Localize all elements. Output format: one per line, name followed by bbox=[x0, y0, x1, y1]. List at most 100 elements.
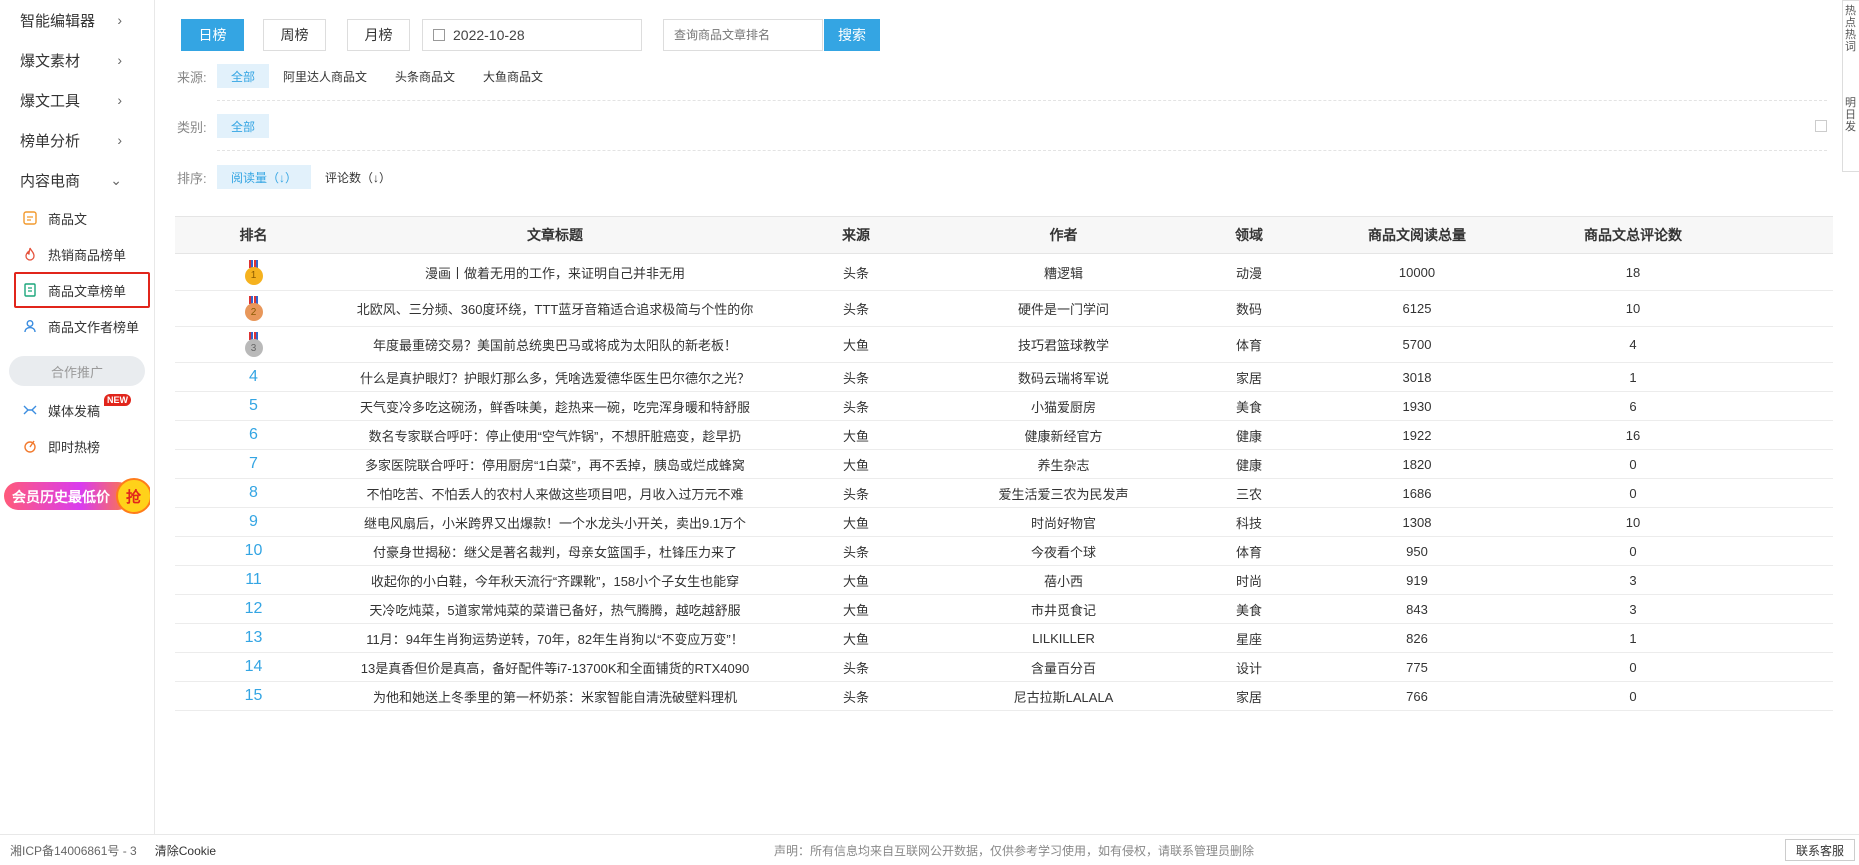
sidebar-menu-item[interactable]: 爆文工具 › bbox=[0, 80, 154, 120]
document-icon bbox=[22, 282, 38, 298]
table-row[interactable]: 12 天冷吃炖菜，5道家常炖菜的菜谱已备好，热气腾腾，越吃越舒服 大鱼 市井觅食… bbox=[175, 595, 1833, 624]
title-cell[interactable]: 11月：94年生肖狗运势逆转，70年，82年生肖狗以“不变应万变”！ bbox=[332, 624, 778, 652]
table-row[interactable]: 5 天气变冷多吃这碗汤，鲜香味美，趁热来一碗，吃完浑身暖和特舒服 头条 小猫爱厨… bbox=[175, 392, 1833, 421]
source-option[interactable]: 大鱼商品文 bbox=[469, 64, 557, 88]
title-cell[interactable]: 什么是真护眼灯？护眼灯那么多，凭啥选爱德华医生巴尔德尔之光？ bbox=[332, 363, 778, 391]
title-cell[interactable]: 收起你的小白鞋，今年秋天流行“齐踝靴”，158小个子女生也能穿 bbox=[332, 566, 778, 594]
table-row[interactable]: 8 不怕吃苦、不怕丢人的农村人来做这些项目吧，月收入过万元不难 头条 爱生活爱三… bbox=[175, 479, 1833, 508]
tab-weekly[interactable]: 周榜 bbox=[263, 19, 326, 51]
category-option[interactable]: 全部 bbox=[217, 114, 270, 138]
field-cell: 健康 bbox=[1235, 457, 1262, 473]
author-cell[interactable]: 含量百分百 bbox=[934, 653, 1193, 681]
tab-monthly[interactable]: 月榜 bbox=[347, 19, 410, 51]
table-row[interactable]: 3 年度最重磅交易？美国前总统奥巴马或将成为太阳队的新老板！ 大鱼 技巧君篮球教… bbox=[175, 327, 1833, 363]
table-row[interactable]: 4 什么是真护眼灯？护眼灯那么多，凭啥选爱德华医生巴尔德尔之光？ 头条 数码云瑞… bbox=[175, 363, 1833, 392]
clear-cookie-link[interactable]: 清除Cookie bbox=[155, 842, 216, 859]
rank-number: 7 bbox=[249, 455, 258, 472]
sort-filter: 排序: 阅读量（↓） 评论数（↓） bbox=[177, 165, 405, 189]
table-row[interactable]: 13 11月：94年生肖狗运势逆转，70年，82年生肖狗以“不变应万变”！ 大鱼… bbox=[175, 624, 1833, 653]
comments-cell: 1 bbox=[1629, 369, 1637, 385]
title-cell[interactable]: 天冷吃炖菜，5道家常炖菜的菜谱已备好，热气腾腾，越吃越舒服 bbox=[332, 595, 778, 623]
subitem-label: 商品文作者榜单 bbox=[48, 319, 140, 335]
author-cell[interactable]: 健康新经官方 bbox=[934, 421, 1193, 449]
title-cell[interactable]: 多家医院联合呼吁：停用厨房“1白菜”，再不丢掉，胰岛或烂成蜂窝 bbox=[332, 450, 778, 478]
icp-text[interactable]: 湘ICP备14006861号 - 3 bbox=[10, 842, 137, 859]
sidebar-menu-item[interactable]: 爆文素材 › bbox=[0, 40, 154, 80]
title-cell[interactable]: 不怕吃苦、不怕丢人的农村人来做这些项目吧，月收入过万元不难 bbox=[332, 479, 778, 507]
sidebar-menu-item[interactable]: 内容电商 ⌄ bbox=[0, 160, 154, 200]
author-cell[interactable]: 今夜看个球 bbox=[934, 537, 1193, 565]
table-row[interactable]: 2 北欧风、三分频、360度环绕，TTT蓝牙音箱适合追求极简与个性的你 头条 硬… bbox=[175, 291, 1833, 327]
sidebar-extra-item[interactable]: 媒体发稿 NEW bbox=[0, 392, 154, 428]
author-cell[interactable]: LILKILLER bbox=[934, 624, 1193, 652]
author-cell[interactable]: 小猫爱厨房 bbox=[934, 392, 1193, 420]
rank-cell: 6 bbox=[175, 421, 332, 449]
sidebar-subitem[interactable]: 热销商品榜单 bbox=[0, 236, 154, 272]
title-cell[interactable]: 数名专家联合呼吁：停止使用“空气炸锅”，不想肝脏癌变，趁早扔 bbox=[332, 421, 778, 449]
table-row[interactable]: 10 付豪身世揭秘：继父是著名裁判，母亲女篮国手，杜锋压力来了 头条 今夜看个球… bbox=[175, 537, 1833, 566]
source-option[interactable]: 阿里达人商品文 bbox=[269, 64, 381, 88]
source-cell: 头条 bbox=[842, 660, 869, 676]
source-cell: 大鱼 bbox=[842, 631, 869, 647]
search-button[interactable]: 搜索 bbox=[824, 19, 880, 51]
sort-option[interactable]: 评论数（↓） bbox=[311, 165, 405, 189]
table-row[interactable]: 15 为他和她送上冬季里的第一杯奶茶：米家智能自清洗破壁料理机 头条 尼古拉斯L… bbox=[175, 682, 1833, 711]
title-cell[interactable]: 13是真香但价是真高，备好配件等i7-13700K和全面铺货的RTX4090 bbox=[332, 653, 778, 681]
title-cell[interactable]: 付豪身世揭秘：继父是著名裁判，母亲女篮国手，杜锋压力来了 bbox=[332, 537, 778, 565]
author-cell[interactable]: 蓓小西 bbox=[934, 566, 1193, 594]
date-picker[interactable]: 2022-10-28 bbox=[422, 19, 642, 51]
tab-daily[interactable]: 日榜 bbox=[181, 19, 244, 51]
author-cell[interactable]: 爱生活爱三农为民发声 bbox=[934, 479, 1193, 507]
author-cell[interactable]: 硬件是一门学问 bbox=[934, 291, 1193, 326]
reads-cell: 766 bbox=[1406, 688, 1428, 704]
sidebar-extra-item[interactable]: 即时热榜 bbox=[0, 428, 154, 464]
title-cell[interactable]: 北欧风、三分频、360度环绕，TTT蓝牙音箱适合追求极简与个性的你 bbox=[332, 291, 778, 326]
extra-label: 媒体发稿 bbox=[48, 403, 101, 419]
sidebar-menus: 智能编辑器 › 爆文素材 › 爆文工具 › 榜单分析 › 内容电商 ⌄ bbox=[0, 0, 154, 200]
table-row[interactable]: 7 多家医院联合呼吁：停用厨房“1白菜”，再不丢掉，胰岛或烂成蜂窝 大鱼 养生杂… bbox=[175, 450, 1833, 479]
table-row[interactable]: 14 13是真香但价是真高，备好配件等i7-13700K和全面铺货的RTX409… bbox=[175, 653, 1833, 682]
reads-cell: 1820 bbox=[1402, 456, 1432, 472]
reads-cell: 3018 bbox=[1402, 369, 1432, 385]
sort-option[interactable]: 阅读量（↓） bbox=[217, 165, 312, 189]
author-cell[interactable]: 市井觅食记 bbox=[934, 595, 1193, 623]
vip-promo-banner[interactable]: 会员历史最低价 抢 bbox=[2, 474, 150, 518]
author-cell[interactable]: 技巧君篮球教学 bbox=[934, 327, 1193, 362]
author-cell[interactable]: 糟逻辑 bbox=[934, 254, 1193, 290]
title-cell[interactable]: 漫画丨做着无用的工作，来证明自己并非无用 bbox=[332, 254, 778, 290]
comments-cell: 3 bbox=[1629, 572, 1637, 588]
sidebar-subitem[interactable]: 商品文章榜单 bbox=[14, 272, 150, 308]
table-row[interactable]: 11 收起你的小白鞋，今年秋天流行“齐踝靴”，158小个子女生也能穿 大鱼 蓓小… bbox=[175, 566, 1833, 595]
author-cell[interactable]: 养生杂志 bbox=[934, 450, 1193, 478]
table-header-cell: 领域 bbox=[1235, 227, 1263, 243]
rank-cell: 13 bbox=[175, 624, 332, 652]
author-cell[interactable]: 时尚好物官 bbox=[934, 508, 1193, 536]
title-cell[interactable]: 为他和她送上冬季里的第一杯奶茶：米家智能自清洗破壁料理机 bbox=[332, 682, 778, 710]
sidebar-menu-item[interactable]: 榜单分析 › bbox=[0, 120, 154, 160]
table-row[interactable]: 9 继电风扇后，小米跨界又出爆款！一个水龙头小开关，卖出9.1万个 大鱼 时尚好… bbox=[175, 508, 1833, 537]
contact-support-button[interactable]: 联系客服 bbox=[1784, 839, 1855, 861]
rank-number: 5 bbox=[249, 397, 258, 414]
filter-divider bbox=[217, 100, 1827, 101]
table-row[interactable]: 1 漫画丨做着无用的工作，来证明自己并非无用 头条 糟逻辑 动漫 10000 1… bbox=[175, 254, 1833, 291]
title-cell[interactable]: 继电风扇后，小米跨界又出爆款！一个水龙头小开关，卖出9.1万个 bbox=[332, 508, 778, 536]
chevron-right-icon: › bbox=[117, 132, 122, 148]
sort-options: 阅读量（↓） 评论数（↓） bbox=[217, 165, 405, 189]
sidebar-subitem[interactable]: 商品文 bbox=[0, 200, 154, 236]
title-cell[interactable]: 天气变冷多吃这碗汤，鲜香味美，趁热来一碗，吃完浑身暖和特舒服 bbox=[332, 392, 778, 420]
title-cell[interactable]: 年度最重磅交易？美国前总统奥巴马或将成为太阳队的新老板！ bbox=[332, 327, 778, 362]
author-cell[interactable]: 数码云瑞将军说 bbox=[934, 363, 1193, 391]
search-input[interactable] bbox=[663, 19, 823, 51]
table-row[interactable]: 6 数名专家联合呼吁：停止使用“空气炸锅”，不想肝脏癌变，趁早扔 大鱼 健康新经… bbox=[175, 421, 1833, 450]
right-side-widget[interactable]: 热点热词 明日发 bbox=[1842, 0, 1859, 172]
author-cell[interactable]: 尼古拉斯LALALA bbox=[934, 682, 1193, 710]
rank-cell: 1 bbox=[175, 254, 332, 290]
sidebar-menu-item[interactable]: 智能编辑器 › bbox=[0, 0, 154, 40]
rank-cell: 5 bbox=[175, 392, 332, 420]
source-option[interactable]: 头条商品文 bbox=[381, 64, 469, 88]
sidebar-subitem[interactable]: 商品文作者榜单 bbox=[0, 308, 154, 344]
field-cell: 健康 bbox=[1235, 428, 1262, 444]
source-option[interactable]: 全部 bbox=[217, 64, 270, 88]
comments-cell: 0 bbox=[1629, 543, 1637, 559]
collapse-icon[interactable] bbox=[1815, 120, 1827, 132]
